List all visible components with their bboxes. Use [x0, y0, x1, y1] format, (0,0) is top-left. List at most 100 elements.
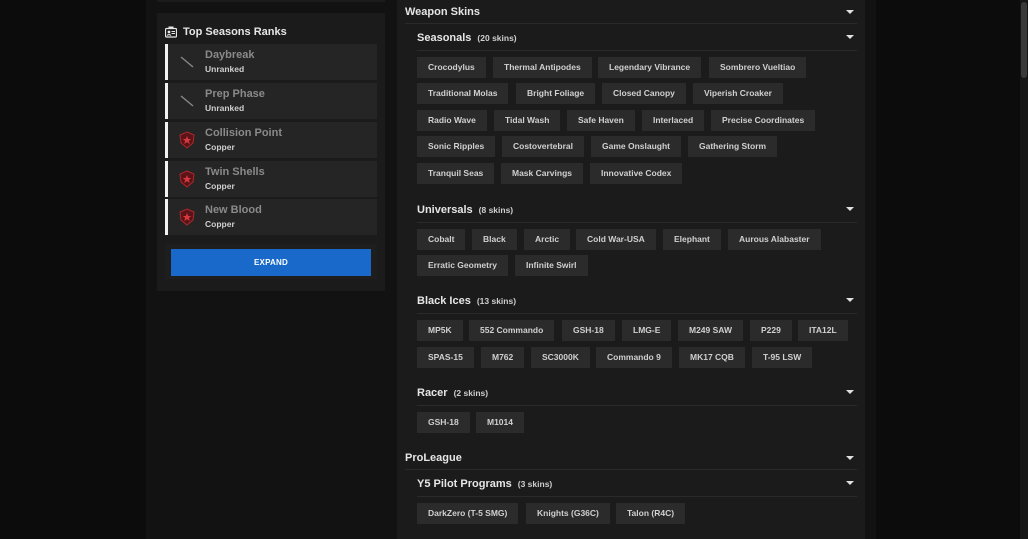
proleague-header[interactable]: ProLeague	[405, 446, 857, 470]
skin-chip[interactable]: Radio Wave	[417, 110, 487, 131]
rank-item[interactable]: Collision Point Copper	[165, 122, 377, 158]
skin-chip[interactable]: Interlaced	[642, 110, 705, 131]
skin-chip[interactable]: Tidal Wash	[494, 110, 561, 131]
skin-chip[interactable]: Infinite Swirl	[515, 255, 588, 276]
copper-rank-icon	[179, 170, 195, 188]
group-header-seasonals[interactable]: Seasonals (20 skins)	[417, 25, 857, 51]
caret-down-icon[interactable]	[846, 35, 854, 39]
group-title: Seasonals	[417, 31, 472, 44]
group-header-y5-pilot-programs[interactable]: Y5 Pilot Programs (3 skins)	[417, 471, 857, 497]
skin-chip[interactable]: M762	[481, 347, 525, 368]
top-seasons-ranks-panel: Top Seasons Ranks Daybreak Unranked Prep…	[157, 13, 385, 291]
skin-chip[interactable]: Sonic Ripples	[417, 136, 496, 157]
rank-item[interactable]: Daybreak Unranked	[165, 44, 377, 80]
unranked-slash-icon	[180, 56, 194, 68]
caret-down-icon[interactable]	[846, 481, 854, 485]
skin-chip[interactable]: LMG-E	[622, 320, 672, 341]
weapon-skins-header[interactable]: Weapon Skins	[405, 0, 857, 24]
skin-chip[interactable]: Black	[472, 229, 517, 250]
skin-chip[interactable]: Sombrero Vueltiao	[709, 57, 807, 78]
skin-chip[interactable]: Precise Coordinates	[711, 110, 816, 131]
group-count: (3 skins)	[517, 478, 553, 489]
caret-down-icon[interactable]	[846, 298, 854, 302]
skin-chip[interactable]: Safe Haven	[567, 110, 635, 131]
skin-chip[interactable]: MK17 CQB	[679, 347, 745, 368]
skin-chip[interactable]: Erratic Geometry	[417, 255, 508, 276]
rank-item[interactable]: Prep Phase Unranked	[165, 83, 377, 119]
group-title: Y5 Pilot Programs	[417, 477, 512, 490]
group-count: (20 skins)	[477, 32, 517, 43]
skin-chip[interactable]: Aurous Alabaster	[728, 229, 821, 250]
prev-panel-edge	[157, 0, 385, 2]
skin-chip[interactable]: Traditional Molas	[417, 83, 509, 104]
panel-header: Top Seasons Ranks	[165, 19, 377, 45]
caret-down-icon[interactable]	[846, 207, 854, 211]
copper-rank-icon	[179, 131, 195, 149]
group-title: Universals	[417, 203, 473, 216]
ranks-icon	[165, 26, 177, 38]
skin-chip[interactable]: Game Onslaught	[591, 136, 682, 157]
rank-tier: Copper	[205, 219, 235, 229]
copper-rank-icon	[179, 208, 195, 226]
unranked-slash-icon	[180, 95, 194, 107]
group-count: (2 skins)	[453, 387, 489, 398]
caret-down-icon[interactable]	[846, 10, 854, 14]
caret-down-icon[interactable]	[846, 456, 854, 460]
skin-chip[interactable]: Cold War-USA	[576, 229, 656, 250]
skin-chip[interactable]: Closed Canopy	[602, 83, 686, 104]
skin-chip[interactable]: DarkZero (T-5 SMG)	[417, 503, 519, 524]
group-title: Black Ices	[417, 294, 471, 307]
skin-chip[interactable]: 552 Commando	[469, 320, 555, 341]
skin-chip[interactable]: Elephant	[663, 229, 721, 250]
skin-chip[interactable]: Arctic	[524, 229, 571, 250]
skin-chip[interactable]: GSH-18	[417, 412, 470, 433]
skin-chip[interactable]: Crocodylus	[417, 57, 486, 78]
skin-chip[interactable]: Thermal Antipodes	[493, 57, 592, 78]
skin-chip[interactable]: Costovertebral	[502, 136, 584, 157]
skin-chip[interactable]: ITA12L	[798, 320, 848, 341]
rank-tier: Unranked	[205, 103, 245, 113]
section-title: ProLeague	[405, 451, 462, 464]
rank-season-name: Twin Shells	[205, 166, 265, 178]
skin-chip[interactable]: Mask Carvings	[501, 163, 583, 184]
group-count: (8 skins)	[478, 204, 514, 215]
rank-tier: Unranked	[205, 64, 245, 74]
skin-chip[interactable]: SC3000K	[531, 347, 590, 368]
skin-chip[interactable]: Commando 9	[596, 347, 672, 368]
skin-chip[interactable]: Knights (G36C)	[526, 503, 610, 524]
skin-chip[interactable]: Cobalt	[417, 229, 466, 250]
expand-button[interactable]: EXPAND	[171, 249, 371, 276]
rank-tier: Copper	[205, 181, 235, 191]
skin-chip[interactable]: GSH-18	[562, 320, 615, 341]
rank-tier: Copper	[205, 142, 235, 152]
group-header-universals[interactable]: Universals (8 skins)	[417, 197, 857, 223]
skin-chip[interactable]: Gathering Storm	[688, 136, 778, 157]
skin-chip[interactable]: T-95 LSW	[752, 347, 813, 368]
panel-title: Top Seasons Ranks	[183, 25, 287, 38]
scrollbar[interactable]	[1020, 0, 1028, 539]
skin-chip[interactable]: Legendary Vibrance	[598, 57, 702, 78]
rank-season-name: Daybreak	[205, 49, 255, 61]
skin-chip[interactable]: M1014	[476, 412, 524, 433]
skin-chip[interactable]: Innovative Codex	[590, 163, 683, 184]
scrollbar-thumb[interactable]	[1021, 2, 1027, 78]
rank-item[interactable]: Twin Shells Copper	[165, 161, 377, 197]
rank-season-name: New Blood	[205, 204, 262, 216]
skin-chip[interactable]: Tranquil Seas	[417, 163, 495, 184]
group-header-black-ices[interactable]: Black Ices (13 skins)	[417, 288, 857, 314]
skin-chip[interactable]: Bright Foliage	[516, 83, 596, 104]
rank-season-name: Prep Phase	[205, 88, 265, 100]
skin-chip[interactable]: P229	[750, 320, 792, 341]
skin-chip[interactable]: M249 SAW	[678, 320, 743, 341]
group-title: Racer	[417, 386, 448, 399]
group-count: (13 skins)	[476, 295, 517, 306]
rank-item[interactable]: New Blood Copper	[165, 199, 377, 235]
expand-area: EXPAND	[165, 244, 377, 279]
group-header-racer[interactable]: Racer (2 skins)	[417, 380, 857, 406]
skin-chip[interactable]: MP5K	[417, 320, 463, 341]
caret-down-icon[interactable]	[846, 390, 854, 394]
skin-chip[interactable]: Talon (R4C)	[616, 503, 686, 524]
skin-chip[interactable]: SPAS-15	[417, 347, 474, 368]
skin-chip[interactable]: Viperish Croaker	[693, 83, 783, 104]
rank-season-name: Collision Point	[205, 127, 282, 139]
